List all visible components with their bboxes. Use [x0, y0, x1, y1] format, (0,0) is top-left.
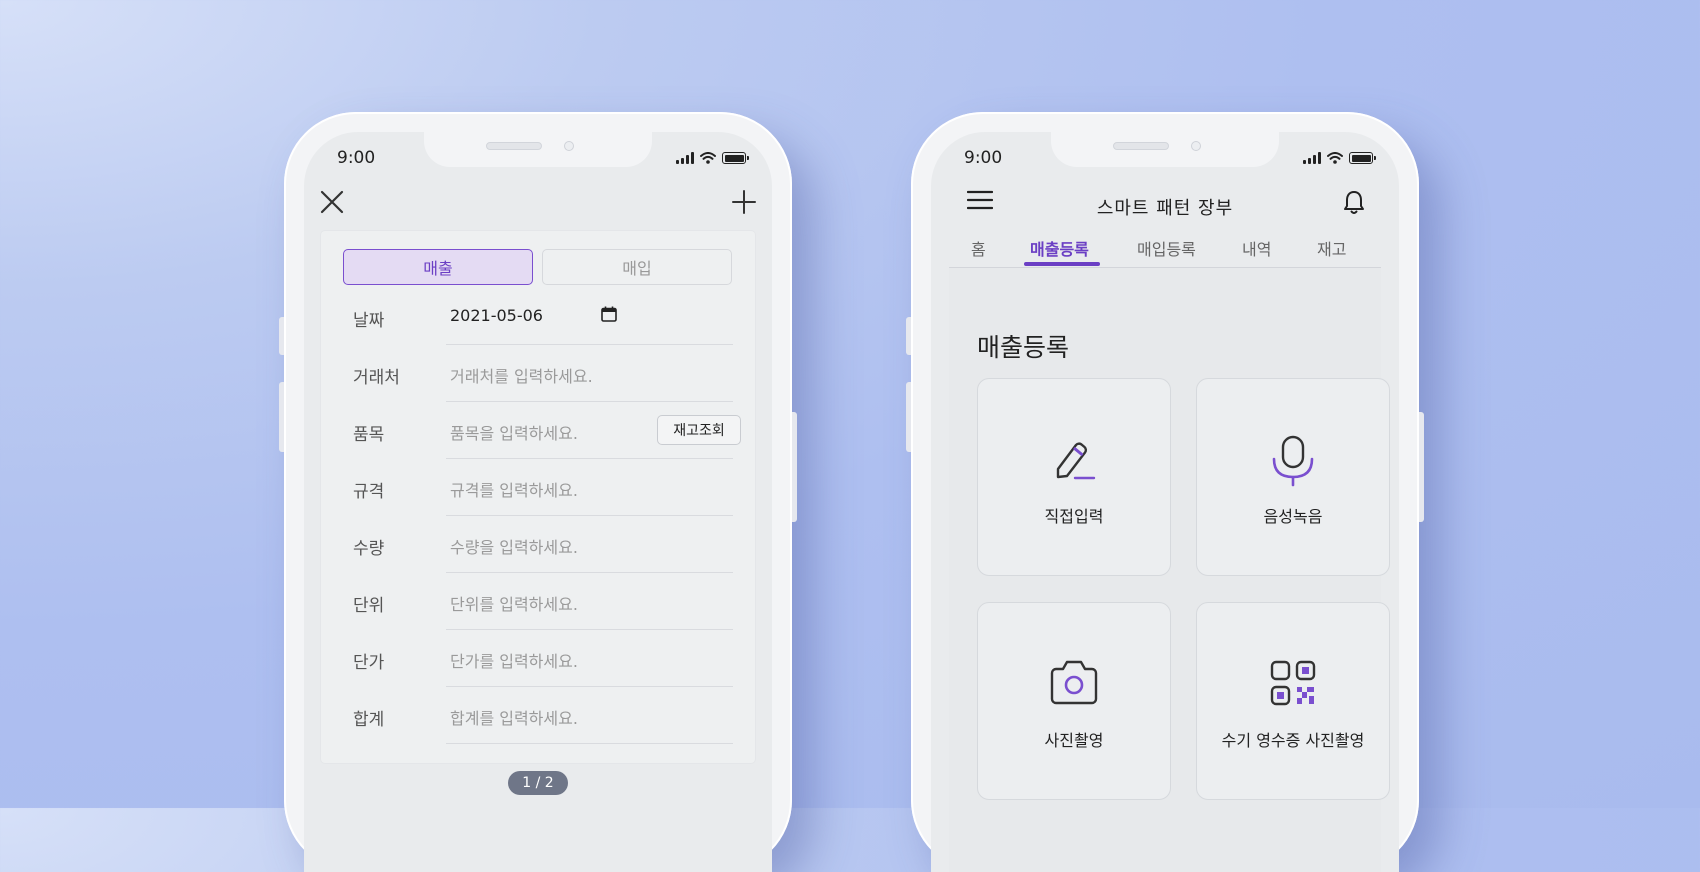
- field-total[interactable]: 합계 합계를 입력하세요.: [353, 687, 733, 744]
- field-quantity[interactable]: 수량 수량을 입력하세요.: [353, 516, 733, 573]
- field-date[interactable]: 날짜 2021-05-06: [353, 288, 733, 345]
- tile-voice-recording[interactable]: 음성녹음: [1196, 378, 1390, 576]
- bell-icon[interactable]: [1343, 190, 1365, 216]
- pencil-icon: [1056, 442, 1096, 480]
- field-label: 날짜: [353, 311, 385, 331]
- tab-inventory[interactable]: 재고: [1317, 236, 1346, 260]
- total-input[interactable]: 합계를 입력하세요.: [450, 705, 578, 729]
- notch: [424, 132, 652, 167]
- qr-code-icon: [1270, 660, 1316, 706]
- field-spec[interactable]: 규격 규격를 입력하세요.: [353, 459, 733, 516]
- tile-label: 직접입력: [1044, 507, 1104, 526]
- tab-sales-register[interactable]: 매출등록: [1030, 236, 1089, 260]
- signal-icon: [676, 152, 694, 164]
- section-title: 매출등록: [977, 333, 1070, 362]
- divider: [446, 743, 733, 744]
- front-camera: [1191, 141, 1201, 151]
- spec-input[interactable]: 규격를 입력하세요.: [450, 477, 578, 501]
- field-label: 수량: [353, 539, 385, 559]
- status-icons: [676, 152, 749, 164]
- field-label: 합계: [353, 710, 385, 730]
- tile-direct-input[interactable]: 직접입력: [977, 378, 1171, 576]
- field-client[interactable]: 거래처 거래처를 입력하세요.: [353, 345, 733, 402]
- content-area: 매출등록 직접입력 음성녹음 사진촬영 수기 영수증 사진촬영: [949, 268, 1390, 872]
- date-value[interactable]: 2021-05-06: [450, 306, 543, 325]
- segment-sales[interactable]: 매출: [343, 249, 533, 285]
- item-input[interactable]: 품목을 입력하세요.: [450, 420, 578, 444]
- right-phone: 9:00 스마트 패턴 장부 홈 매출등록 매입등록 내역 재고 매출등록 직접…: [906, 112, 1424, 872]
- status-time: 9:00: [964, 148, 1003, 168]
- field-label: 거래처: [353, 368, 400, 388]
- plus-icon[interactable]: [732, 190, 756, 214]
- unit-price-input[interactable]: 단가를 입력하세요.: [450, 648, 578, 672]
- battery-icon: [1349, 152, 1376, 164]
- status-time: 9:00: [337, 148, 376, 168]
- quantity-input[interactable]: 수량을 입력하세요.: [450, 534, 578, 558]
- calendar-icon[interactable]: [601, 306, 617, 322]
- page-indicator: 1 / 2: [508, 771, 568, 795]
- side-button: [792, 412, 797, 522]
- tab-home[interactable]: 홈: [971, 236, 986, 260]
- wifi-icon: [700, 152, 716, 164]
- app-title: 스마트 패턴 장부: [1096, 198, 1234, 219]
- speaker: [486, 142, 542, 150]
- tile-label: 사진촬영: [1044, 731, 1104, 750]
- tile-receipt-photo[interactable]: 수기 영수증 사진촬영: [1196, 602, 1390, 800]
- front-camera: [564, 141, 574, 151]
- field-label: 단위: [353, 596, 385, 616]
- wifi-icon: [1327, 152, 1343, 164]
- side-button: [1419, 412, 1424, 522]
- right-screen: 9:00 스마트 패턴 장부 홈 매출등록 매입등록 내역 재고 매출등록 직접…: [931, 132, 1399, 872]
- notch: [1051, 132, 1279, 167]
- microphone-icon: [1272, 435, 1314, 487]
- tab-purchase-register[interactable]: 매입등록: [1137, 236, 1196, 260]
- speaker: [1113, 142, 1169, 150]
- field-unit[interactable]: 단위 단위를 입력하세요.: [353, 573, 733, 630]
- field-item[interactable]: 품목 품목을 입력하세요. 재고조회: [353, 402, 741, 459]
- camera-icon: [1050, 660, 1098, 705]
- tile-photo-capture[interactable]: 사진촬영: [977, 602, 1171, 800]
- status-icons: [1303, 152, 1376, 164]
- field-label: 품목: [353, 425, 385, 445]
- tile-label: 음성녹음: [1263, 507, 1323, 526]
- active-tab-indicator: [1024, 262, 1100, 266]
- tile-label: 수기 영수증 사진촬영: [1221, 731, 1365, 750]
- unit-input[interactable]: 단위를 입력하세요.: [450, 591, 578, 615]
- tab-bar: 홈 매출등록 매입등록 내역 재고: [949, 232, 1381, 268]
- signal-icon: [1303, 152, 1321, 164]
- stock-lookup-button[interactable]: 재고조회: [657, 415, 741, 445]
- field-label: 단가: [353, 653, 385, 673]
- sales-form: 매출 매입 날짜 2021-05-06 거래처 거래처를 입력하세요. 품목 품…: [321, 231, 755, 763]
- tab-history[interactable]: 내역: [1242, 236, 1271, 260]
- left-phone: 9:00 매출 매입 날짜 2021-05-06 거래처 거래처를 입력하세요.: [279, 112, 797, 872]
- client-input[interactable]: 거래처를 입력하세요.: [450, 363, 593, 387]
- segment-purchase[interactable]: 매입: [542, 249, 732, 285]
- left-screen: 9:00 매출 매입 날짜 2021-05-06 거래처 거래처를 입력하세요.: [304, 132, 772, 872]
- battery-icon: [722, 152, 749, 164]
- field-label: 규격: [353, 482, 385, 502]
- close-icon[interactable]: [320, 190, 344, 214]
- field-unit-price[interactable]: 단가 단가를 입력하세요.: [353, 630, 733, 687]
